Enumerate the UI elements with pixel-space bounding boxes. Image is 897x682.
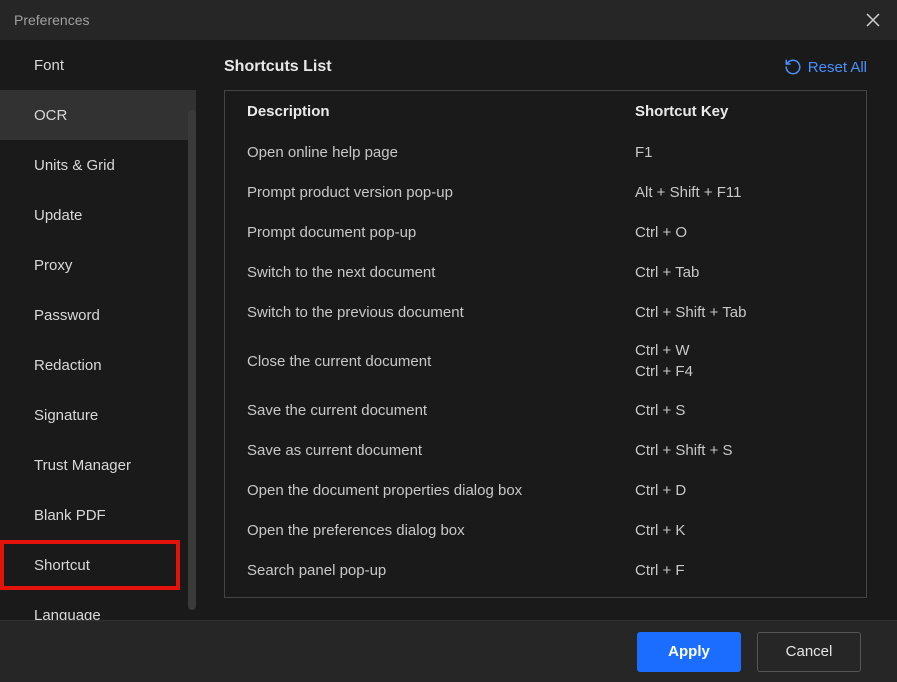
shortcut-key: Ctrl + Shift + Tab	[635, 302, 844, 323]
sidebar-item-label: Language	[34, 607, 101, 621]
sidebar-scrollbar[interactable]	[186, 80, 196, 620]
table-row[interactable]: Open online help pageF1	[247, 132, 844, 172]
sidebar-item-label: Blank PDF	[34, 507, 106, 524]
sidebar-item-redaction[interactable]: Redaction	[0, 340, 196, 390]
shortcut-description: Open the preferences dialog box	[247, 522, 635, 539]
sidebar-item-label: Shortcut	[34, 557, 90, 574]
col-header-shortcut: Shortcut Key	[635, 103, 844, 120]
sidebar-item-signature[interactable]: Signature	[0, 390, 196, 440]
shortcut-description: Prompt product version pop-up	[247, 184, 635, 201]
shortcut-description: Open the document properties dialog box	[247, 482, 635, 499]
sidebar-item-label: Update	[34, 207, 82, 224]
shortcut-description: Prompt document pop-up	[247, 224, 635, 241]
dialog-footer: Apply Cancel	[0, 620, 897, 682]
panel-title: Shortcuts List	[224, 58, 332, 76]
reset-all-button[interactable]: Reset All	[784, 58, 867, 76]
shortcut-key: F1	[635, 142, 844, 163]
sidebar: Font OCR Units & Grid Update Proxy Password Re…	[0, 40, 196, 620]
table-row[interactable]: Prompt document pop-upCtrl + O	[247, 212, 844, 252]
sidebar-item-password[interactable]: Password	[0, 290, 196, 340]
shortcut-description: Save the current document	[247, 402, 635, 419]
shortcut-key: Ctrl + S	[635, 400, 844, 421]
table-row[interactable]: Search panel pop-upCtrl + F	[247, 550, 844, 590]
shortcut-description: Open online help page	[247, 144, 635, 161]
table-row[interactable]: Switch to the next documentCtrl + Tab	[247, 252, 844, 292]
shortcut-key: Ctrl + K	[635, 520, 844, 541]
sidebar-item-label: Proxy	[34, 257, 72, 274]
sidebar-item-label: Trust Manager	[34, 457, 131, 474]
titlebar: Preferences	[0, 0, 897, 40]
sidebar-item-blank-pdf[interactable]: Blank PDF	[0, 490, 196, 540]
main-panel: Shortcuts List Reset All Description Sho…	[196, 40, 897, 620]
sidebar-item-update[interactable]: Update	[0, 190, 196, 240]
shortcut-key: Ctrl + Shift + S	[635, 440, 844, 461]
shortcut-key: Ctrl + W Ctrl + F4	[635, 340, 844, 382]
sidebar-item-units-grid[interactable]: Units & Grid	[0, 140, 196, 190]
shortcut-key: Ctrl + Tab	[635, 262, 844, 283]
table-row[interactable]: Pop up the advanced search panelCtrl + S…	[247, 590, 844, 598]
close-icon	[866, 13, 880, 27]
sidebar-item-font[interactable]: Font	[0, 40, 196, 90]
sidebar-item-trust-manager[interactable]: Trust Manager	[0, 440, 196, 490]
sidebar-item-label: Password	[34, 307, 100, 324]
sidebar-item-label: Font	[34, 57, 64, 74]
sidebar-item-proxy[interactable]: Proxy	[0, 240, 196, 290]
shortcut-description: Save as current document	[247, 442, 635, 459]
shortcut-description: Switch to the previous document	[247, 304, 635, 321]
shortcut-key: Ctrl + O	[635, 222, 844, 243]
table-row[interactable]: Open the document properties dialog boxC…	[247, 470, 844, 510]
table-row[interactable]: Open the preferences dialog boxCtrl + K	[247, 510, 844, 550]
reset-all-label: Reset All	[808, 59, 867, 76]
sidebar-item-shortcut[interactable]: Shortcut	[0, 540, 180, 590]
col-header-description: Description	[247, 103, 635, 120]
shortcut-description: Close the current document	[247, 353, 635, 370]
sidebar-item-label: Redaction	[34, 357, 102, 374]
table-row[interactable]: Switch to the previous documentCtrl + Sh…	[247, 292, 844, 332]
cancel-button[interactable]: Cancel	[757, 632, 861, 672]
table-row[interactable]: Save the current documentCtrl + S	[247, 390, 844, 430]
shortcut-description: Search panel pop-up	[247, 562, 635, 579]
reset-icon	[784, 58, 802, 76]
sidebar-item-label: Units & Grid	[34, 157, 115, 174]
table-row[interactable]: Close the current documentCtrl + W Ctrl …	[247, 332, 844, 390]
shortcut-key: Ctrl + D	[635, 480, 844, 501]
shortcuts-table: Description Shortcut Key Open online hel…	[224, 90, 867, 598]
table-row[interactable]: Prompt product version pop-upAlt + Shift…	[247, 172, 844, 212]
window-title: Preferences	[14, 12, 89, 28]
close-button[interactable]	[863, 10, 883, 30]
sidebar-item-ocr[interactable]: OCR	[0, 90, 196, 140]
shortcut-key: Ctrl + F	[635, 560, 844, 581]
sidebar-item-label: OCR	[34, 107, 67, 124]
table-header: Description Shortcut Key	[225, 91, 866, 132]
sidebar-scrollbar-thumb[interactable]	[188, 110, 196, 610]
sidebar-item-label: Signature	[34, 407, 98, 424]
table-row[interactable]: Save as current documentCtrl + Shift + S	[247, 430, 844, 470]
sidebar-item-language[interactable]: Language	[0, 590, 196, 620]
shortcut-key: Alt + Shift + F11	[635, 182, 844, 203]
shortcut-description: Switch to the next document	[247, 264, 635, 281]
apply-button[interactable]: Apply	[637, 632, 741, 672]
